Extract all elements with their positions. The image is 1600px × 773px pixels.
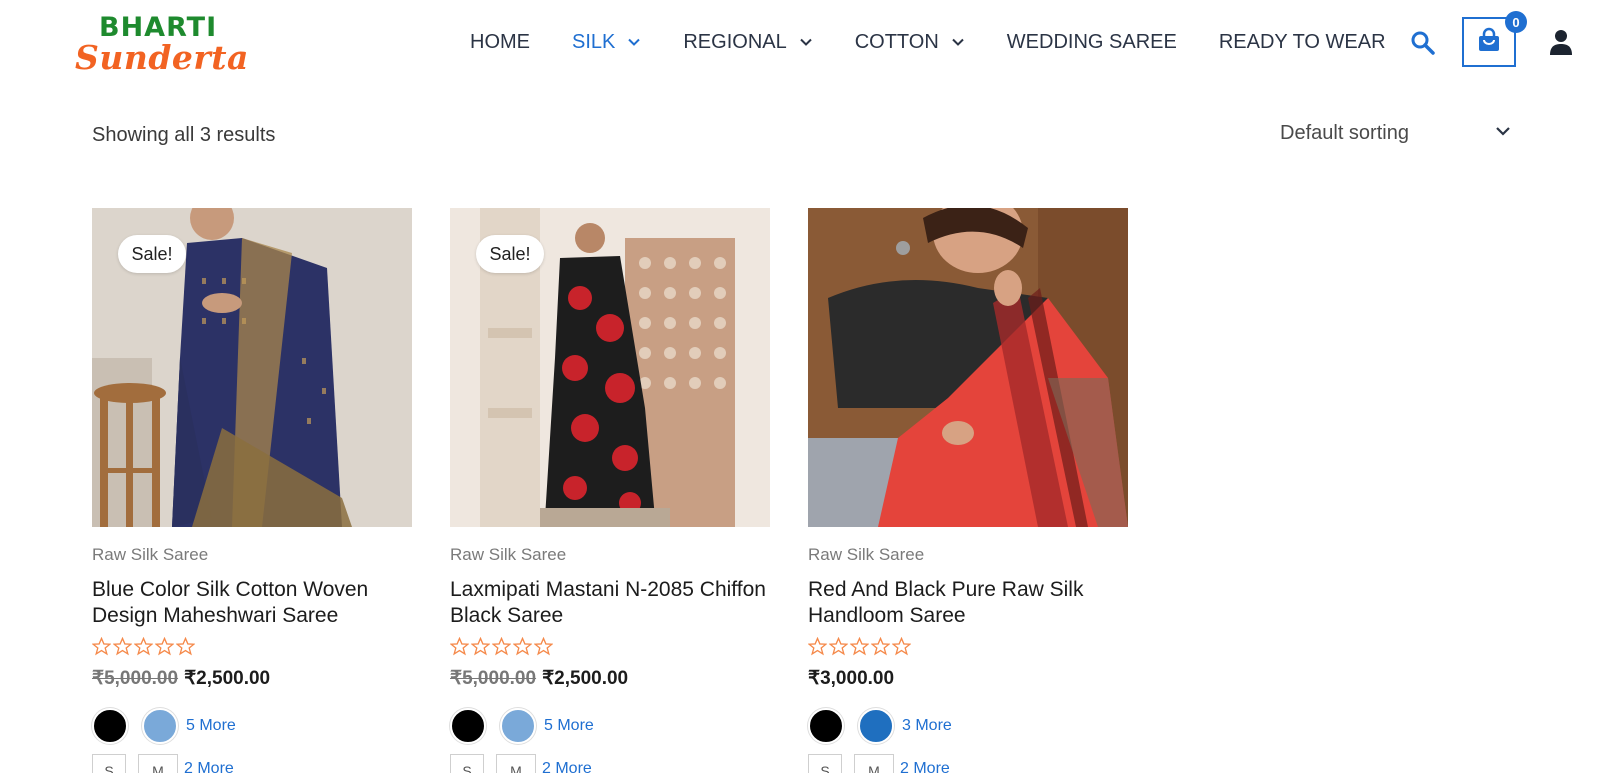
product-image[interactable]: Sale! [92,208,412,527]
sort-select[interactable]: Default sorting [1280,118,1510,154]
product-category[interactable]: Raw Silk Saree [450,545,770,565]
product-price: ₹5,000.00 ₹2,500.00 [92,667,412,690]
sale-price: ₹3,000.00 [808,668,895,689]
nav-label: SILK [572,30,616,53]
star-icon [850,637,869,656]
nav-label: WEDDING SAREE [1006,30,1177,53]
sale-badge: Sale! [118,235,186,273]
nav-label: COTTON [854,30,939,53]
product-price: ₹5,000.00 ₹2,500.00 [450,667,770,690]
product-price: ₹3,000.00 [808,667,1128,690]
size-more-link[interactable]: 2 More [900,754,950,773]
star-icon [113,637,132,656]
old-price: ₹5,000.00 [450,668,537,689]
user-icon[interactable] [1548,28,1574,56]
nav-item-cotton[interactable]: COTTON [855,31,965,54]
sale-badge: Sale! [476,235,544,273]
star-icon [829,637,848,656]
star-rating [450,637,770,659]
star-rating [92,637,412,659]
nav-item-wedding-saree[interactable]: WEDDING SAREE [1007,31,1177,54]
size-option[interactable]: S [92,754,126,773]
size-options: S M 2 More [450,754,770,773]
cart-count-badge: 0 [1505,11,1527,33]
product-title[interactable]: Laxmipati Mastani N-2085 Chiffon Black S… [450,577,770,629]
product-image[interactable]: Sale! [450,208,770,527]
nav-item-regional[interactable]: REGIONAL [683,31,812,54]
color-swatch-light-blue[interactable] [142,708,178,744]
star-icon [134,637,153,656]
chevron-down-icon [799,35,813,49]
nav-label: REGIONAL [683,30,787,53]
star-icon [492,637,511,656]
product-category[interactable]: Raw Silk Saree [92,545,412,565]
logo-line-2: Sunderta [75,38,249,77]
chevron-down-icon [627,35,641,49]
star-icon [534,637,553,656]
size-option[interactable]: M [496,754,536,773]
size-option[interactable]: S [808,754,842,773]
star-icon [808,637,827,656]
sort-selected-value: Default sorting [1280,122,1409,144]
chevron-down-icon [951,35,965,49]
size-options: S M 2 More [808,754,1128,773]
nav-label: READY TO WEAR [1218,30,1386,53]
product-category[interactable]: Raw Silk Saree [808,545,1128,565]
sale-price: ₹2,500.00 [542,668,629,689]
star-icon [892,637,911,656]
old-price: ₹5,000.00 [92,668,179,689]
color-swatch-black[interactable] [92,708,128,744]
product-title[interactable]: Red And Black Pure Raw Silk Handloom Sar… [808,577,1128,629]
size-options: S M 2 More [92,754,412,773]
swatch-more-link[interactable]: 5 More [186,717,236,735]
star-rating [808,637,1128,659]
star-icon [471,637,490,656]
color-swatch-black[interactable] [450,708,486,744]
color-swatches: 5 More [92,708,412,744]
main-navigation: HOME SILK REGIONAL COTTON WEDDING SAREE … [470,28,1428,56]
size-more-link[interactable]: 2 More [542,754,592,773]
star-icon [450,637,469,656]
nav-item-home[interactable]: HOME [470,31,530,54]
swatch-more-link[interactable]: 3 More [902,717,952,735]
nav-label: HOME [470,30,530,53]
swatch-more-link[interactable]: 5 More [544,717,594,735]
size-more-link[interactable]: 2 More [184,754,234,773]
results-count: Showing all 3 results [92,124,276,146]
header-actions: 0 [1410,11,1585,68]
product-title[interactable]: Blue Color Silk Cotton Woven Design Mahe… [92,577,412,629]
star-icon [92,637,111,656]
star-icon [155,637,174,656]
color-swatch-blue[interactable] [858,708,894,744]
color-swatch-black[interactable] [808,708,844,744]
star-icon [871,637,890,656]
chevron-down-icon [1494,122,1512,140]
product-card: Sale! Raw Silk Saree Blue Color Silk Cot… [92,208,412,773]
shopping-bag-icon [1476,27,1502,58]
size-option[interactable]: S [450,754,484,773]
nav-item-silk[interactable]: SILK [572,31,641,54]
sale-price: ₹2,500.00 [184,668,271,689]
product-card: Raw Silk Saree Red And Black Pure Raw Si… [808,208,1128,773]
search-icon[interactable] [1410,30,1436,56]
color-swatches: 3 More [808,708,1128,744]
nav-item-ready-to-wear[interactable]: READY TO WEAR [1219,31,1386,54]
product-image[interactable] [808,208,1128,527]
product-card: Sale! Raw Silk Saree Laxmipati Mastani N… [450,208,770,773]
color-swatch-light-blue[interactable] [500,708,536,744]
size-option[interactable]: M [854,754,894,773]
site-header: BHARTI Sunderta HOME SILK REGIONAL COTTO… [0,0,1600,88]
star-icon [513,637,532,656]
star-icon [176,637,195,656]
size-option[interactable]: M [138,754,178,773]
color-swatches: 5 More [450,708,770,744]
site-logo[interactable]: BHARTI Sunderta [75,12,255,78]
